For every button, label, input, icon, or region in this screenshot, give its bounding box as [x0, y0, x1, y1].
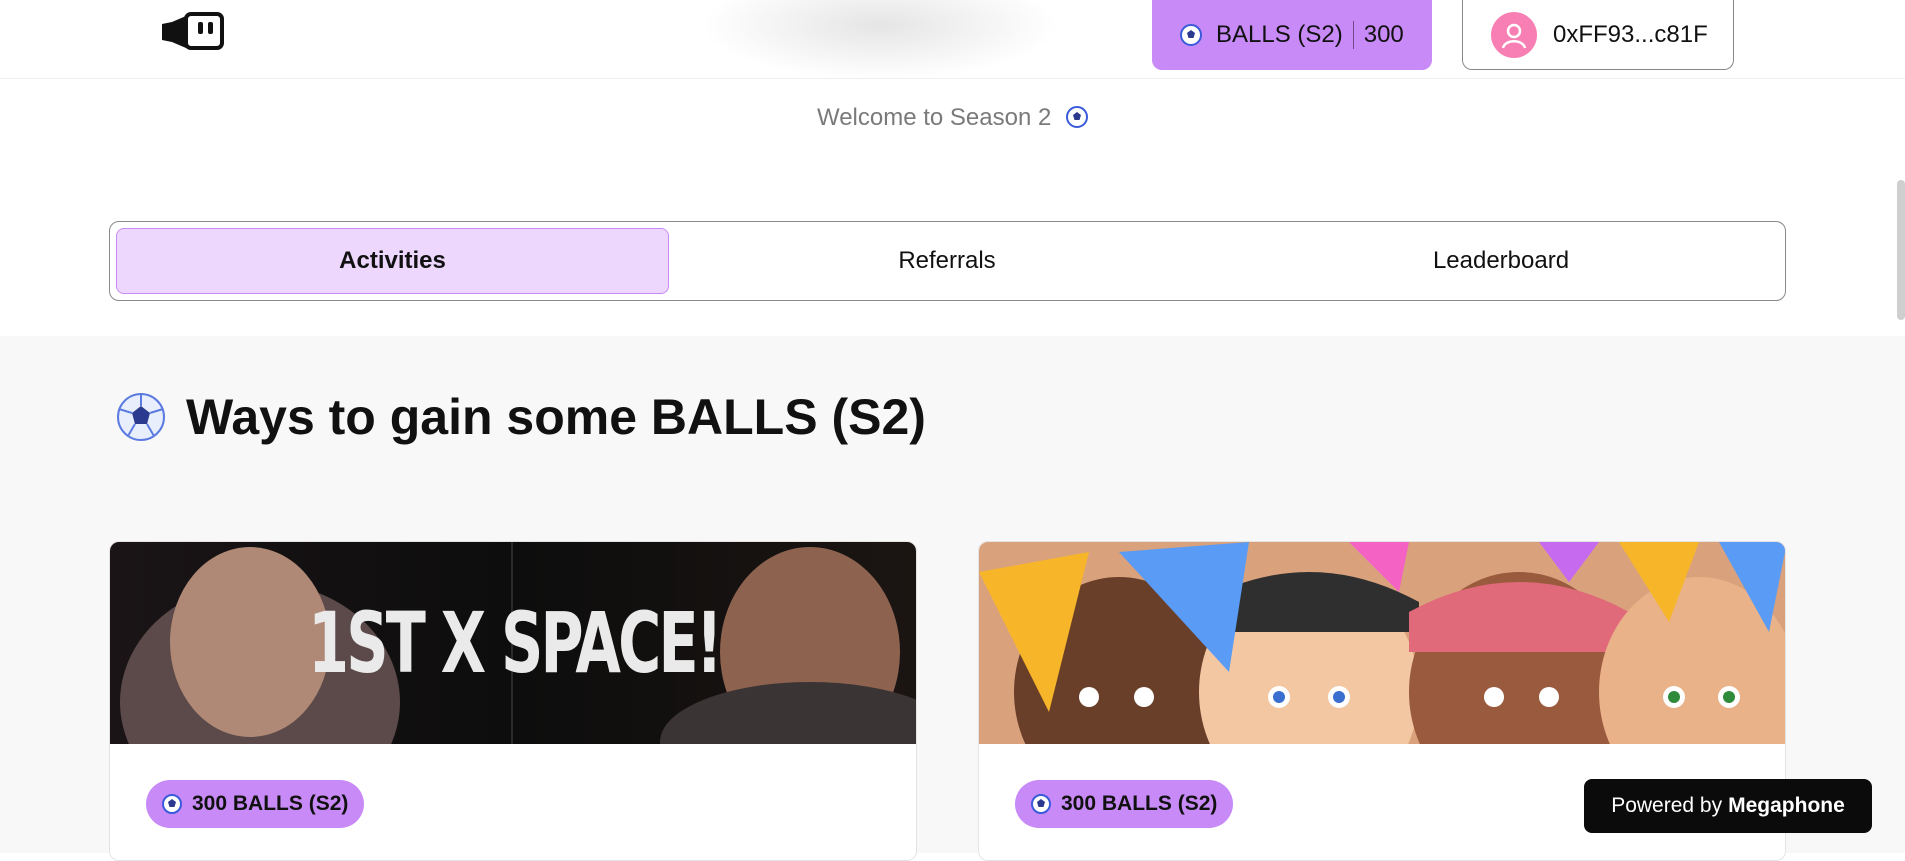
soccer-ball-icon [1066, 106, 1089, 128]
top-header: BALLS (S2) 300 0xFF93...c81F [0, 0, 1905, 80]
balls-balance-button[interactable]: BALLS (S2) 300 [1152, 0, 1432, 70]
megaphone-logo-icon[interactable] [160, 8, 226, 50]
activity-card[interactable]: 1ST X SPACE! 300 BALLS (S2) [109, 541, 917, 861]
tab-referrals[interactable]: Referrals [670, 228, 1224, 294]
wallet-button[interactable]: 0xFF93...c81F [1462, 0, 1734, 70]
balls-count: 300 [1363, 21, 1404, 48]
tab-bar: Activities Referrals Leaderboard [109, 221, 1786, 301]
powered-by-badge[interactable]: Powered by Megaphone [1584, 779, 1872, 833]
card-banner-image [979, 542, 1785, 812]
user-avatar-icon [1491, 11, 1537, 58]
tab-activities[interactable]: Activities [116, 228, 669, 294]
welcome-banner: Welcome to Season 2 [0, 104, 1905, 132]
welcome-text: Welcome to Season 2 [816, 104, 1052, 131]
soccer-ball-icon [1180, 24, 1202, 46]
header-glow [700, 0, 1060, 80]
powered-by-brand: Megaphone [1728, 794, 1845, 817]
wallet-address: 0xFF93...c81F [1553, 20, 1708, 48]
section-title-text: Ways to gain some BALLS (S2) [186, 389, 926, 445]
soccer-ball-icon [116, 392, 166, 442]
card-banner-image: 1ST X SPACE! [110, 542, 916, 822]
powered-by-prefix: Powered by [1611, 794, 1723, 817]
card-banner-text: 1ST X SPACE! [308, 594, 723, 692]
section-title: Ways to gain some BALLS (S2) [116, 388, 926, 446]
soccer-ball-icon [162, 794, 182, 814]
scrollbar[interactable] [1897, 180, 1905, 320]
reward-badge: 300 BALLS (S2) [146, 780, 365, 828]
tab-leaderboard[interactable]: Leaderboard [1224, 228, 1778, 294]
reward-badge: 300 BALLS (S2) [1015, 780, 1234, 828]
balls-label: BALLS (S2) [1216, 21, 1343, 48]
soccer-ball-icon [1031, 794, 1051, 814]
divider [1352, 21, 1354, 49]
